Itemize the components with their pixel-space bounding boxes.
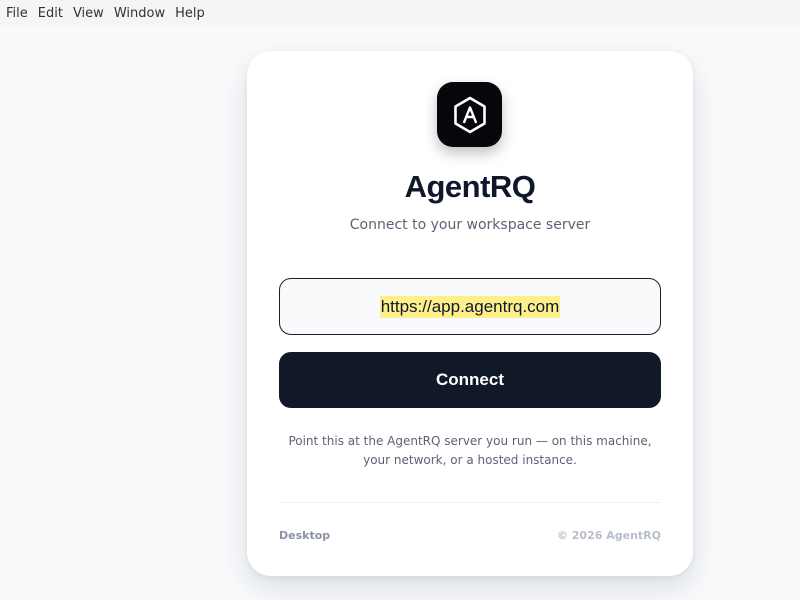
menu-window[interactable]: Window: [109, 0, 170, 27]
app-title: AgentRQ: [404, 169, 536, 204]
menu-edit[interactable]: Edit: [33, 0, 68, 27]
app-subtitle: Connect to your workspace server: [349, 217, 591, 233]
agentrq-logo-icon: [453, 96, 486, 133]
footer-platform-label: Desktop: [279, 529, 331, 542]
footer-copyright: © 2026 AgentRQ: [556, 529, 661, 542]
server-url-value: https://app.agentrq.com: [379, 295, 561, 318]
connect-card: AgentRQ Connect to your workspace server…: [247, 51, 693, 576]
app-window: AgentRQ Connect to your workspace server…: [0, 27, 800, 600]
connect-button[interactable]: Connect: [279, 352, 661, 408]
menu-help[interactable]: Help: [170, 0, 210, 27]
app-logo: [437, 82, 502, 147]
menu-bar: File Edit View Window Help: [0, 0, 800, 27]
connect-hint: Point this at the AgentRQ server you run…: [288, 434, 652, 467]
server-url-input[interactable]: https://app.agentrq.com: [279, 278, 661, 335]
footer-divider: [279, 502, 661, 503]
menu-view[interactable]: View: [68, 0, 109, 27]
menu-file[interactable]: File: [1, 0, 33, 27]
